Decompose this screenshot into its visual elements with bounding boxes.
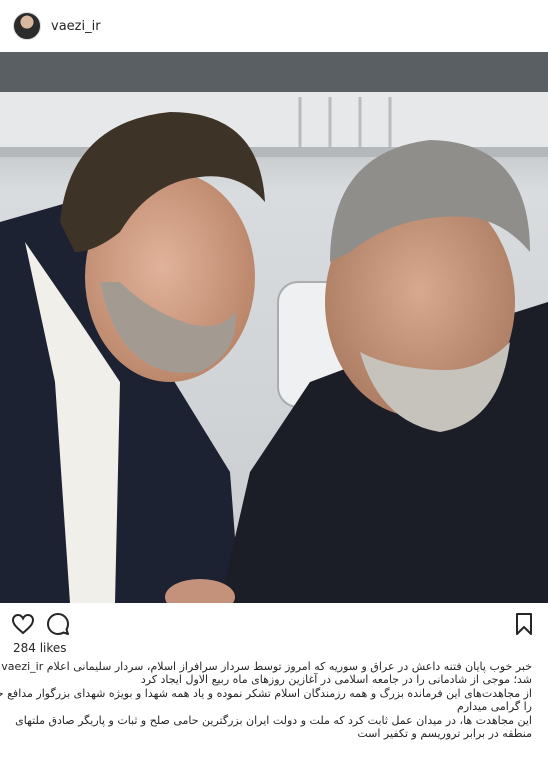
comment-icon[interactable] bbox=[45, 611, 71, 637]
caption-line: از مجاهدت‌های این فرمانده بزرگ و همه رزم… bbox=[0, 686, 532, 700]
username[interactable]: vaezi_ir bbox=[51, 19, 101, 34]
avatar[interactable] bbox=[13, 12, 41, 40]
bookmark-icon[interactable] bbox=[511, 611, 537, 637]
caption-line: را گرامی میدارم bbox=[457, 700, 532, 714]
photo-image bbox=[0, 52, 548, 603]
caption-line: شد؛ موجی از شادمانی را در جامعه اسلامی د… bbox=[140, 673, 532, 687]
post-photo[interactable] bbox=[0, 52, 548, 603]
caption: خبر خوب پایان فتنه داعش در عراق و سوریه … bbox=[0, 660, 532, 741]
post-header: vaezi_ir bbox=[0, 0, 548, 52]
caption-text: خبر خوب پایان فتنه داعش در عراق و سوریه … bbox=[46, 660, 532, 673]
caption-line: منطقه در برابر تروریسم و تکفیر است bbox=[357, 727, 532, 741]
likes-count[interactable]: 284 likes bbox=[13, 641, 67, 655]
caption-username[interactable]: vaezi_ir bbox=[1, 660, 43, 673]
post-actions bbox=[0, 604, 548, 642]
caption-line: این مجاهدت ها، در میدان عمل ثابت کرد که … bbox=[15, 713, 532, 727]
caption-line: خبر خوب پایان فتنه داعش در عراق و سوریه … bbox=[1, 660, 532, 673]
heart-icon[interactable] bbox=[10, 611, 36, 637]
